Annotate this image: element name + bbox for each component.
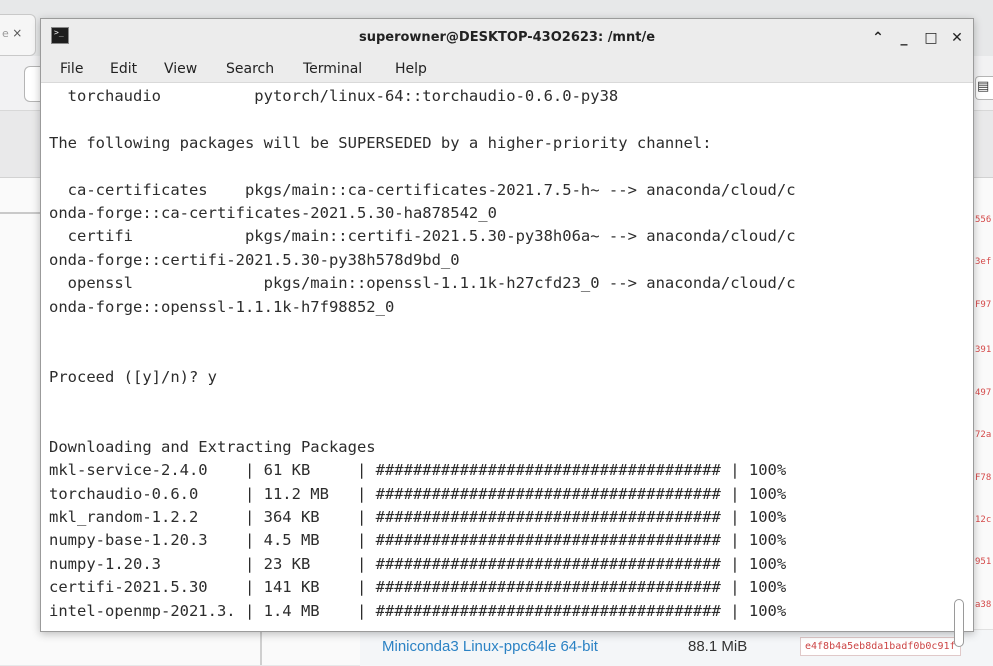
scrollbar[interactable] xyxy=(952,85,968,629)
hash-fragment: 3ef xyxy=(975,257,992,267)
shade-up-icon[interactable]: ⌃ xyxy=(867,27,889,49)
terminal-line: onda-forge::certifi-2021.5.30-py38h578d9… xyxy=(49,250,460,269)
title-bar[interactable]: >_ superowner@DESKTOP-43O2623: /mnt/e ⌃ … xyxy=(41,19,973,57)
download-table-row: Miniconda3 Linux-ppc64le 64-bit 88.1 MiB… xyxy=(360,629,993,666)
maximize-button[interactable]: □ xyxy=(920,27,942,49)
menu-file[interactable]: File xyxy=(60,61,83,77)
menu-edit[interactable]: Edit xyxy=(110,61,137,77)
terminal-line: numpy-1.20.3 | 23 KB | #################… xyxy=(49,554,787,573)
terminal-line: mkl_random-1.2.2 | 364 KB | ############… xyxy=(49,508,787,527)
terminal-line: The following packages will be SUPERSEDE… xyxy=(49,133,712,152)
download-hash: e4f8b4a5eb8da1badf0b0c91f xyxy=(800,637,961,656)
scrollbar-thumb[interactable] xyxy=(954,599,964,647)
divider xyxy=(0,212,42,214)
browser-tab[interactable]: e × xyxy=(0,14,36,56)
hash-fragment: F78 xyxy=(975,473,992,483)
terminal-line: intel-openmp-2021.3. | 1.4 MB | ########… xyxy=(49,601,787,620)
terminal-line: numpy-base-1.20.3 | 4.5 MB | ###########… xyxy=(49,531,787,550)
terminal-line: Proceed ([y]/n)? y xyxy=(49,367,217,386)
hash-fragment: F97 xyxy=(975,300,992,310)
terminal-line: torchaudio-0.6.0 | 11.2 MB | ###########… xyxy=(49,484,787,503)
terminal-line: certifi pkgs/main::certifi-2021.5.30-py3… xyxy=(49,227,796,246)
window-title: superowner@DESKTOP-43O2623: /mnt/e xyxy=(358,30,656,45)
download-link[interactable]: Miniconda3 Linux-ppc64le 64-bit xyxy=(382,638,598,655)
minimize-button[interactable]: _ xyxy=(893,27,915,49)
menu-search[interactable]: Search xyxy=(226,61,274,77)
hash-fragment: 556 xyxy=(975,215,992,225)
terminal-line: mkl-2021.3.0 | 141.2 MB | ##############… xyxy=(49,623,949,626)
terminal-line: mkl-service-2.4.0 | 61 KB | ############… xyxy=(49,461,787,480)
hash-fragment: 951 xyxy=(975,557,992,567)
hash-fragment: a38 xyxy=(975,600,992,610)
terminal-line: torchaudio pytorch/linux-64::torchaudio-… xyxy=(49,87,619,105)
download-size: 88.1 MiB xyxy=(688,638,748,655)
terminal-line: Downloading and Extracting Packages xyxy=(49,437,376,456)
terminal-line: onda-forge::openssl-1.1.1k-h7f98852_0 xyxy=(49,297,395,316)
terminal-line: certifi-2021.5.30 | 141 KB | ###########… xyxy=(49,578,787,597)
tab-close-icon[interactable]: × xyxy=(12,26,22,40)
hash-fragment: 12c xyxy=(975,515,992,525)
divider xyxy=(260,630,262,665)
terminal-line: ca-certificates pkgs/main::ca-certificat… xyxy=(49,180,796,199)
browser-tab-label: e xyxy=(2,27,9,40)
hash-fragment: 391 xyxy=(975,345,992,355)
hash-fragment: 72a xyxy=(975,430,992,440)
terminal-window[interactable]: >_ superowner@DESKTOP-43O2623: /mnt/e ⌃ … xyxy=(40,18,974,647)
menu-view[interactable]: View xyxy=(164,61,197,77)
menu-help[interactable]: Help xyxy=(395,61,427,77)
terminal-output[interactable]: torchaudio pytorch/linux-64::torchaudio-… xyxy=(49,85,949,625)
hash-fragment: 497 xyxy=(975,388,992,398)
menu-bar: File Edit View Search Terminal Help xyxy=(41,57,973,83)
close-button[interactable]: ✕ xyxy=(946,27,968,49)
menu-icon[interactable]: ▤ xyxy=(975,76,993,100)
terminal-line: onda-forge::ca-certificates-2021.5.30-ha… xyxy=(49,203,497,222)
menu-terminal[interactable]: Terminal xyxy=(303,61,362,77)
terminal-line: openssl pkgs/main::openssl-1.1.1k-h27cfd… xyxy=(49,274,796,293)
